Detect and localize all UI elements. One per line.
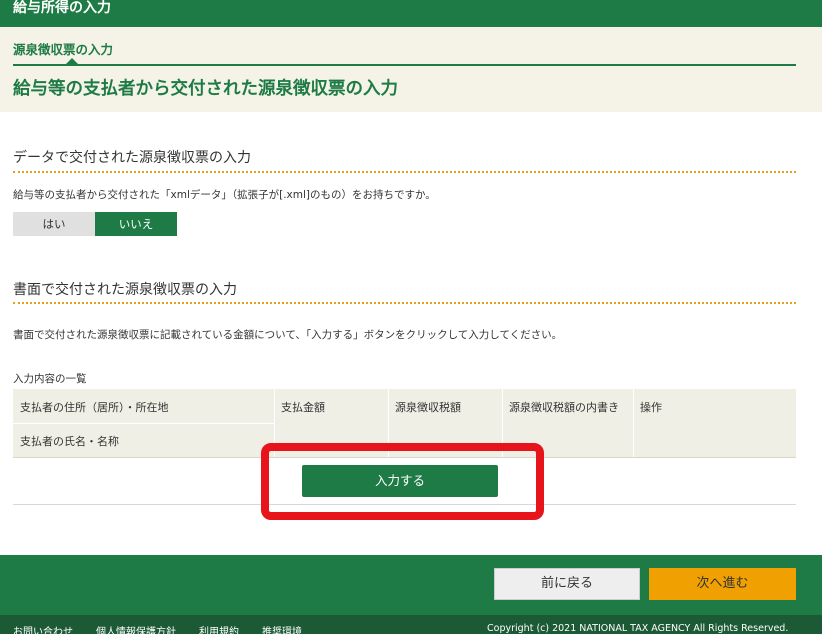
header-payer-address: 支払者の住所（居所）・所在地 [20, 401, 169, 414]
list-label: 入力内容の一覧 [13, 373, 87, 385]
footer-link-environment[interactable]: 推奨環境 [262, 623, 302, 634]
footer-link-contact[interactable]: お問い合わせ [13, 623, 73, 634]
no-button[interactable]: いいえ [95, 212, 177, 236]
header-divider [13, 64, 796, 66]
page-title: 給与等の支払者から交付された源泉徴収票の入力 [13, 79, 398, 99]
header-payer-name: 支払者の氏名・名称 [20, 435, 119, 448]
top-bar: 給与所得の入力 [0, 0, 822, 27]
bottom-bar: お問い合わせ 個人情報保護方針 利用規約 推奨環境 Copyright (c) … [0, 615, 822, 634]
data-section-divider [13, 171, 796, 173]
column-divider [633, 389, 634, 458]
data-section-title: データで交付された源泉徴収票の入力 [13, 150, 251, 166]
xml-question: 給与等の支払者から交付された「xmlデータ」（拡張子が[.xml]のもの）をお持… [13, 189, 436, 201]
header-withholding-tax: 源泉徴収税額 [395, 401, 461, 414]
header-withholding-breakdown: 源泉徴収税額の内書き [509, 401, 619, 414]
top-bar-title: 給与所得の入力 [13, 0, 111, 16]
footer-link-privacy[interactable]: 個人情報保護方針 [96, 623, 176, 634]
yes-button[interactable]: はい [13, 212, 95, 236]
footer-link-terms[interactable]: 利用規約 [199, 623, 239, 634]
breadcrumb: 源泉徴収票の入力 [13, 42, 114, 57]
row-divider [13, 423, 274, 424]
header-operation: 操作 [640, 401, 662, 414]
input-button[interactable]: 入力する [302, 465, 498, 497]
paper-section-divider [13, 302, 796, 304]
paper-section-title: 書面で交付された源泉徴収票の入力 [13, 282, 237, 298]
page-header: 源泉徴収票の入力 給与等の支払者から交付された源泉徴収票の入力 [0, 27, 822, 112]
header-payment-amount: 支払金額 [281, 401, 325, 414]
next-button[interactable]: 次へ進む [649, 568, 796, 600]
back-button[interactable]: 前に戻る [494, 568, 640, 600]
copyright: Copyright (c) 2021 NATIONAL TAX AGENCY A… [487, 623, 789, 634]
paper-instruction: 書面で交付された源泉徴収票に記載されている金額について、「入力する」ボタンをクリ… [13, 329, 563, 341]
